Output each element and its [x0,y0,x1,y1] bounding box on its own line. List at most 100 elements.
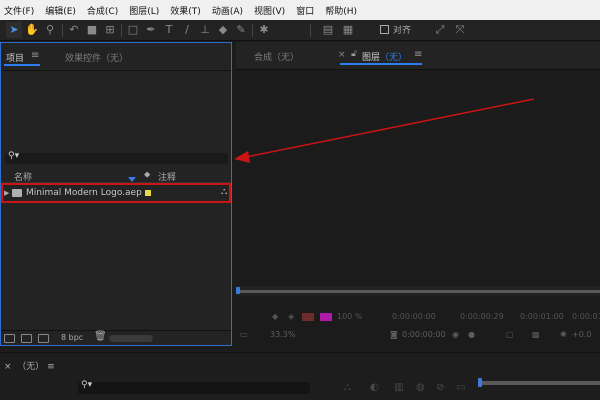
time-track[interactable] [240,290,600,293]
rotate-tool-icon[interactable]: ↶ [66,22,82,38]
pan-behind-tool-icon[interactable]: ⊞ [102,22,118,38]
snap-options-icon[interactable]: ▦ [340,22,356,38]
fit-icon[interactable]: ⤧ [452,22,468,38]
brush-tool-icon[interactable]: ∕ [179,22,195,38]
snap-icon[interactable]: ▤ [320,22,336,38]
bit-depth-label[interactable]: 8 bpc [61,333,83,342]
timeline-panel-menu-icon[interactable]: ≡ [47,362,55,372]
selection-tool-icon[interactable]: ➤ [6,22,22,38]
tab-composition[interactable]: 合成（无） [254,50,299,63]
magnification-value[interactable]: 33.3% [270,330,295,339]
close-icon[interactable]: × [338,50,346,60]
magenta-channel-swatch[interactable] [320,313,332,321]
menu-window[interactable]: 窗口 [296,4,314,17]
layer-icon[interactable]: ▭ [456,382,465,393]
expand-icon[interactable]: ⤢ [432,22,448,38]
search-icon: ⚲▾ [81,380,93,390]
column-name[interactable]: 名称 [14,170,32,183]
timeline-start-marker[interactable] [478,378,482,387]
tab-project[interactable]: 项目 [6,51,24,64]
align-checkbox[interactable] [380,25,389,34]
exposure-value[interactable]: +0.0 [572,330,591,339]
exposure-icon[interactable]: ✺ [560,330,567,339]
project-panel: 项目 ≡ 效果控件（无） ⚲▾ 名称 ⬥ 注释 ▶ Minimal Modern… [0,42,232,346]
timecode-current[interactable]: 0:00:00:00 [392,312,436,321]
folder-icon [12,189,22,197]
show-channel-icon[interactable]: ● [468,330,475,339]
menu-effect[interactable]: 效果(T) [170,4,201,17]
tools-toolbar: ➤ ✋ ⚲ ↶ ■ ⊞ □ ✒ T ∕ ⊥ ◆ ✎ ✱ ▤ ▦ 对齐 ⤢ ⤧ [0,20,600,41]
timeline-tab-label: （无） [17,362,45,372]
tab-layer[interactable]: 图层（无） [362,50,407,63]
timecode-duration[interactable]: 0:00:01:00 [520,312,564,321]
expand-arrow-icon[interactable]: ▶ [4,189,9,197]
project-file-row[interactable]: ▶ Minimal Modern Logo.aep ⛬ [1,183,231,203]
solo-icon[interactable]: ◆ [272,312,278,321]
roto-brush-tool-icon[interactable]: ✎ [233,22,249,38]
region-of-interest-icon[interactable]: ▢ [506,330,514,339]
tab-timeline[interactable]: × （无） ≡ [4,359,55,372]
new-folder-icon[interactable] [21,334,32,343]
label-tag-icon[interactable]: ⬥ [144,170,150,180]
graph-editor-icon[interactable]: ⊘ [436,382,444,393]
camera-snapshot-icon[interactable]: ◉ [452,330,459,339]
flowchart-icon[interactable]: ⛬ [221,187,227,197]
zoom-percent[interactable]: 100 % [337,312,362,321]
motion-blur-icon[interactable]: ◍ [416,382,425,393]
trash-icon[interactable]: 🗑 [94,331,107,342]
time-start-marker[interactable] [236,287,240,294]
interpret-footage-icon[interactable] [4,334,15,343]
clone-stamp-tool-icon[interactable]: ⊥ [197,22,213,38]
camera-tool-icon[interactable]: ■ [84,22,100,38]
monitor-icon[interactable]: ▭ [240,330,248,339]
timecode-out[interactable]: 0:00:00:29 [460,312,504,321]
menu-composition[interactable]: 合成(C) [87,4,118,17]
menu-layer[interactable]: 图层(L) [129,4,159,17]
new-composition-icon[interactable] [38,334,49,343]
column-note[interactable]: 注释 [158,170,176,183]
horizontal-scrollbar[interactable] [109,335,153,342]
timeline-search-input[interactable]: ⚲▾ [78,380,310,394]
menu-view[interactable]: 视图(V) [254,4,285,17]
project-panel-menu-icon[interactable]: ≡ [31,50,39,61]
shape-tool-icon[interactable]: □ [125,22,141,38]
transparency-grid-icon[interactable]: ▩ [532,330,540,339]
timeline-track[interactable] [480,381,600,385]
tab-effect-controls[interactable]: 效果控件（无） [65,51,128,64]
frame-blending-icon[interactable]: ▥ [394,382,403,393]
project-search-input[interactable]: ⚲▾ [5,151,228,164]
label-color-swatch[interactable] [145,190,151,196]
shy-layers-icon[interactable]: ◐ [370,382,379,393]
mask-icon[interactable]: ◈ [288,312,294,321]
viewer-tab-row: 合成（无） × 🔓︎ 图层（无） ≡ [236,42,600,70]
file-name[interactable]: Minimal Modern Logo.aep [26,188,142,198]
status-timecode[interactable]: 0:00:00:00 [402,330,446,339]
sort-arrow-icon[interactable] [128,177,136,182]
viewer-controls-row: ◆ ◈ 100 % 0:00:00:00 0:00:00:29 0:00:01:… [236,310,600,324]
layer-tab-suffix: （无） [380,53,408,63]
lock-icon[interactable]: 🔓︎ [351,49,357,59]
project-panel-footer: 8 bpc 🗑 [1,330,231,346]
menu-animation[interactable]: 动画(A) [212,4,243,17]
search-icon: ⚲▾ [8,151,20,161]
viewer-panel-menu-icon[interactable]: ≡ [414,49,422,60]
viewer-status-row: ▭ 33.3% ◙ 0:00:00:00 ◉ ● ▢ ▩ ✺ +0.0 [236,328,600,342]
zoom-tool-icon[interactable]: ⚲ [42,22,58,38]
close-icon[interactable]: × [4,362,12,372]
active-tab-indicator [340,63,422,65]
pen-tool-icon[interactable]: ✒ [143,22,159,38]
hand-tool-icon[interactable]: ✋ [24,22,40,38]
menu-bar: 文件(F) 编辑(E) 合成(C) 图层(L) 效果(T) 动画(A) 视图(V… [0,0,600,20]
project-tab-row: 项目 ≡ 效果控件（无） [1,43,231,71]
eraser-tool-icon[interactable]: ◆ [215,22,231,38]
red-channel-swatch[interactable] [302,313,314,321]
puppet-tool-icon[interactable]: ✱ [256,22,272,38]
menu-file[interactable]: 文件(F) [4,4,34,17]
layer-time-ruler[interactable] [236,286,600,296]
comp-flowchart-icon[interactable]: ⛬ [344,382,351,393]
menu-edit[interactable]: 编辑(E) [45,4,76,17]
type-tool-icon[interactable]: T [161,22,177,38]
timecode-end[interactable]: 0:00:01:00 [572,312,600,321]
snapshot-icon[interactable]: ◙ [390,330,398,339]
menu-help[interactable]: 帮助(H) [325,4,357,17]
